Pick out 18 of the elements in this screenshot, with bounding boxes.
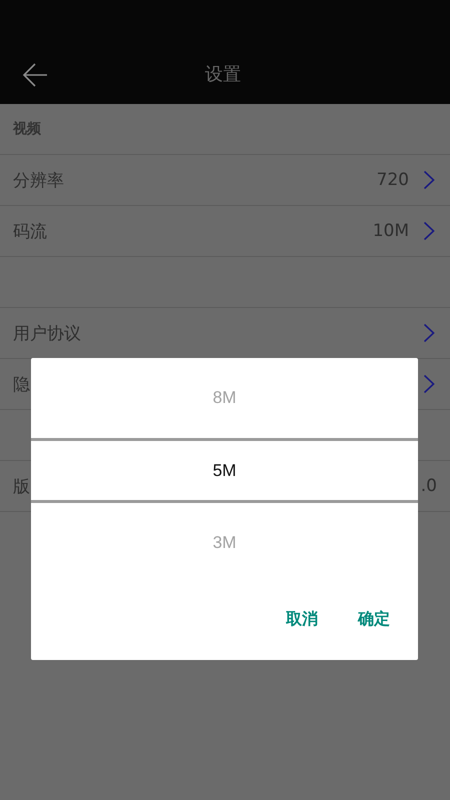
picker-option[interactable]: 5M (31, 438, 418, 503)
row-value: 10M (372, 221, 409, 241)
row-label: 分辨率 (13, 170, 65, 192)
picker-option[interactable]: 3M (31, 503, 418, 583)
row-value: 720 (376, 170, 409, 190)
settings-row[interactable]: 码流 10M (0, 206, 450, 257)
settings-row[interactable]: 分辨率 720 (0, 155, 450, 206)
back-icon[interactable] (22, 62, 48, 88)
row-label: 隐 (13, 374, 31, 396)
dialog-button[interactable]: 确定 (348, 601, 400, 638)
dialog-button[interactable]: 取消 (276, 601, 328, 638)
row-label: 用户协议 (13, 322, 82, 344)
picker-option[interactable]: 8M (31, 358, 418, 438)
screen-title: 设置 (205, 63, 242, 86)
section-header: 视频 (13, 120, 41, 138)
row-label: 版 (13, 476, 31, 498)
row-label: 码流 (13, 220, 48, 242)
row-value: .0 (420, 476, 437, 496)
